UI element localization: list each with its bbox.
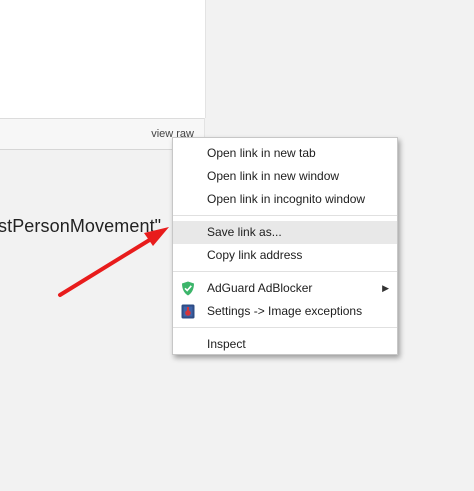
menu-copy-link-address[interactable]: Copy link address [173,244,397,267]
menu-open-new-window[interactable]: Open link in new window [173,165,397,188]
menu-separator [173,215,397,216]
menu-image-exceptions-label: Settings -> Image exceptions [207,304,363,318]
menu-adguard-label: AdGuard AdBlocker [207,281,313,295]
menu-save-link-as[interactable]: Save link as... [173,221,397,244]
menu-separator [173,271,397,272]
image-settings-icon [181,304,195,319]
menu-separator [173,327,397,328]
code-snippet-text: stPersonMovement" [0,216,162,236]
gist-content-panel [0,0,206,118]
menu-adguard-adblocker[interactable]: AdGuard AdBlocker ▶ [173,277,397,300]
menu-inspect[interactable]: Inspect [173,333,397,356]
context-menu: Open link in new tab Open link in new wi… [172,137,398,355]
menu-open-new-tab[interactable]: Open link in new tab [173,142,397,165]
submenu-chevron-right-icon: ▶ [382,283,389,293]
adguard-shield-icon [182,281,194,296]
menu-open-incognito[interactable]: Open link in incognito window [173,188,397,211]
menu-image-exceptions[interactable]: Settings -> Image exceptions [173,300,397,323]
